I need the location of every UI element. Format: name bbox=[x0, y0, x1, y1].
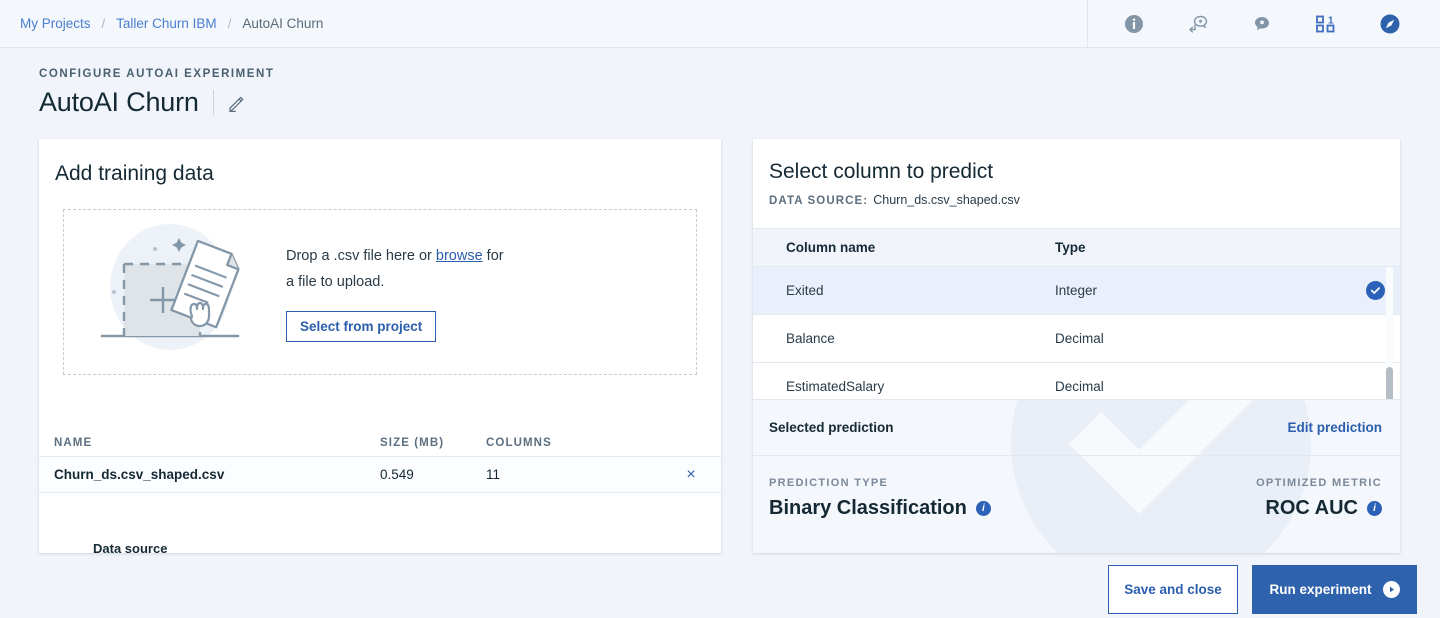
page-title-row: AutoAI Churn bbox=[39, 87, 1440, 118]
breadcrumb-separator: / bbox=[101, 16, 106, 31]
table-row[interactable]: Churn_ds.csv_shaped.csv 0.549 11 × bbox=[39, 456, 721, 493]
info-icon[interactable]: i bbox=[975, 501, 991, 516]
data-source-table: NAME SIZE (MB) COLUMNS Churn_ds.csv_shap… bbox=[39, 430, 721, 493]
run-experiment-button[interactable]: Run experiment bbox=[1252, 565, 1417, 614]
dropzone-text-before: Drop a .csv file here or bbox=[286, 247, 436, 264]
file-name-cell: Churn_ds.csv_shaped.csv bbox=[54, 467, 225, 482]
breadcrumb: My Projects / Taller Churn IBM / AutoAI … bbox=[0, 0, 1087, 47]
page-title: AutoAI Churn bbox=[39, 87, 199, 117]
info-icon[interactable] bbox=[1102, 0, 1166, 48]
column-type-cell: Decimal bbox=[1055, 331, 1104, 346]
data-source-table-header: NAME SIZE (MB) COLUMNS bbox=[39, 430, 721, 456]
dropzone-line-2: a file to upload. bbox=[286, 273, 385, 290]
column-type-cell: Decimal bbox=[1055, 379, 1104, 394]
selected-prediction-panel: Selected prediction Edit prediction PRED… bbox=[753, 399, 1400, 553]
table-row[interactable]: Balance Decimal bbox=[753, 315, 1400, 363]
column-header-size: SIZE (MB) bbox=[380, 437, 445, 449]
column-header-column-name: Column name bbox=[786, 240, 876, 255]
page-header: CONFIGURE AUTOAI EXPERIMENT AutoAI Churn bbox=[0, 48, 1440, 118]
prediction-type-label: PREDICTION TYPE bbox=[769, 477, 889, 489]
optimized-metric-block: OPTIMIZED METRIC ROC AUC i bbox=[1256, 477, 1382, 520]
optimized-metric-label: OPTIMIZED METRIC bbox=[1256, 477, 1382, 489]
table-row[interactable]: Exited Integer bbox=[753, 267, 1400, 315]
breadcrumb-separator: / bbox=[227, 16, 232, 31]
optimized-metric-value: ROC AUC bbox=[1265, 497, 1358, 519]
column-header-type: Type bbox=[1055, 240, 1086, 255]
prediction-type-value-row: Binary Classification i bbox=[769, 497, 991, 520]
edit-prediction-link[interactable]: Edit prediction bbox=[1288, 420, 1383, 435]
page-eyebrow: CONFIGURE AUTOAI EXPERIMENT bbox=[39, 68, 275, 80]
optimized-metric-value-row: ROC AUC i bbox=[1256, 497, 1382, 520]
predict-table-header: Column name Type bbox=[753, 228, 1400, 267]
column-name-cell: Exited bbox=[786, 283, 824, 298]
predict-panel-header: Select column to predict DATA SOURCE: Chu… bbox=[753, 139, 1400, 207]
apps-grid-icon[interactable]: 1 bbox=[1294, 0, 1358, 48]
column-header-name: NAME bbox=[54, 437, 93, 449]
column-type-cell: Integer bbox=[1055, 283, 1098, 298]
dropzone-text-after: for bbox=[482, 247, 504, 264]
file-columns-cell: 11 bbox=[486, 467, 501, 482]
run-experiment-label: Run experiment bbox=[1269, 582, 1372, 597]
breadcrumb-item-project[interactable]: Taller Churn IBM bbox=[116, 16, 217, 31]
browse-link[interactable]: browse bbox=[436, 248, 483, 264]
column-header-columns: COLUMNS bbox=[486, 437, 552, 449]
predict-table-body: Exited Integer Balance Decimal Estimated… bbox=[753, 267, 1400, 407]
svg-text:1: 1 bbox=[1328, 15, 1334, 26]
selected-prediction-header: Selected prediction Edit prediction bbox=[753, 400, 1400, 456]
pencil-icon[interactable] bbox=[226, 93, 246, 113]
data-source-key: DATA SOURCE: bbox=[769, 195, 869, 207]
prediction-type-block: PREDICTION TYPE Binary Classification i bbox=[769, 477, 991, 520]
data-source-label: Data source bbox=[93, 541, 168, 556]
remove-file-icon[interactable]: × bbox=[676, 466, 706, 484]
footer-actions: Save and close Run experiment bbox=[0, 565, 1440, 618]
compass-icon[interactable] bbox=[1358, 0, 1422, 48]
card-title-select-column: Select column to predict bbox=[769, 160, 994, 183]
selected-prediction-body: PREDICTION TYPE Binary Classification i … bbox=[753, 456, 1400, 520]
comment-icon[interactable] bbox=[1230, 0, 1294, 48]
play-icon bbox=[1382, 581, 1400, 598]
checkmark-filled-icon bbox=[1365, 281, 1385, 300]
breadcrumb-item-my-projects[interactable]: My Projects bbox=[20, 16, 91, 31]
top-icon-bar: 1 bbox=[1087, 0, 1440, 47]
select-column-to-predict-card: Select column to predict DATA SOURCE: Chu… bbox=[753, 139, 1400, 553]
card-title-training-data: Add training data bbox=[55, 162, 214, 185]
save-and-close-button[interactable]: Save and close bbox=[1108, 565, 1238, 614]
dropzone-text-block: Drop a .csv file here or browse for a fi… bbox=[286, 243, 504, 342]
info-icon[interactable]: i bbox=[1367, 501, 1382, 516]
title-divider bbox=[212, 90, 214, 115]
file-dropzone[interactable]: Drop a .csv file here or browse for a fi… bbox=[63, 209, 697, 375]
top-navigation-bar: My Projects / Taller Churn IBM / AutoAI … bbox=[0, 0, 1440, 48]
dropzone-line-1: Drop a .csv file here or browse for bbox=[286, 243, 504, 269]
file-size-cell: 0.549 bbox=[380, 467, 414, 482]
breadcrumb-item-current: AutoAI Churn bbox=[242, 16, 324, 31]
column-name-cell: Balance bbox=[786, 331, 835, 346]
selected-prediction-label: Selected prediction bbox=[769, 420, 894, 435]
prediction-type-value: Binary Classification bbox=[769, 497, 967, 519]
upload-illustration-icon bbox=[92, 220, 268, 365]
select-from-project-button[interactable]: Select from project bbox=[286, 310, 437, 342]
predict-panel-data-source: DATA SOURCE: Churn_ds.csv_shaped.csv bbox=[769, 193, 1400, 207]
data-source-value: Churn_ds.csv_shaped.csv bbox=[873, 193, 1020, 207]
comment-reply-icon[interactable] bbox=[1166, 0, 1230, 48]
column-name-cell: EstimatedSalary bbox=[786, 379, 885, 394]
